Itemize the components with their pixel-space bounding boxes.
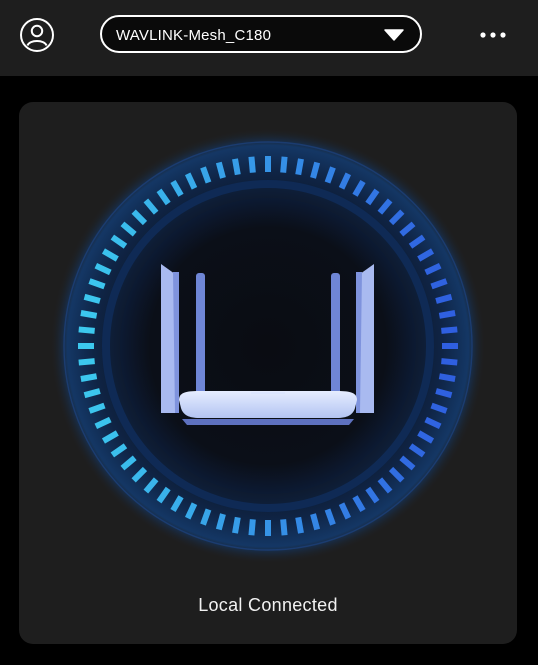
signal-tick (435, 293, 453, 304)
account-circle-icon (20, 18, 54, 52)
signal-tick (78, 326, 95, 334)
signal-tick (310, 513, 321, 531)
triangle-down-icon (384, 29, 404, 41)
signal-tick (310, 161, 321, 179)
signal-tick (83, 388, 101, 399)
signal-tick (80, 310, 98, 319)
connection-status-graphic (50, 128, 486, 564)
signal-tick (248, 519, 256, 536)
signal-tick (435, 388, 453, 399)
signal-tick (78, 358, 95, 366)
signal-tick (280, 156, 288, 173)
network-name: WAVLINK-Mesh_C180 (116, 27, 272, 44)
connection-status-card: Local Connected (19, 102, 517, 644)
connection-status-text: Local Connected (198, 595, 338, 615)
signal-tick (438, 373, 456, 382)
more-options-button[interactable] (478, 24, 508, 46)
more-horizontal-icon (480, 32, 506, 38)
signal-tick (83, 293, 101, 304)
signal-tick (295, 516, 304, 534)
signal-tick (438, 310, 456, 319)
signal-tick (215, 161, 226, 179)
signal-tick (80, 373, 98, 382)
header-bar: WAVLINK-Mesh_C180 (0, 0, 538, 76)
network-selector[interactable]: WAVLINK-Mesh_C180 (100, 15, 422, 53)
signal-tick (441, 358, 458, 366)
signal-tick (232, 516, 241, 534)
account-button[interactable] (19, 17, 55, 53)
signal-tick (215, 513, 226, 531)
signal-tick (295, 158, 304, 176)
signal-tick (248, 156, 256, 173)
signal-tick (232, 158, 241, 176)
signal-tick (441, 326, 458, 334)
signal-tick (280, 519, 288, 536)
